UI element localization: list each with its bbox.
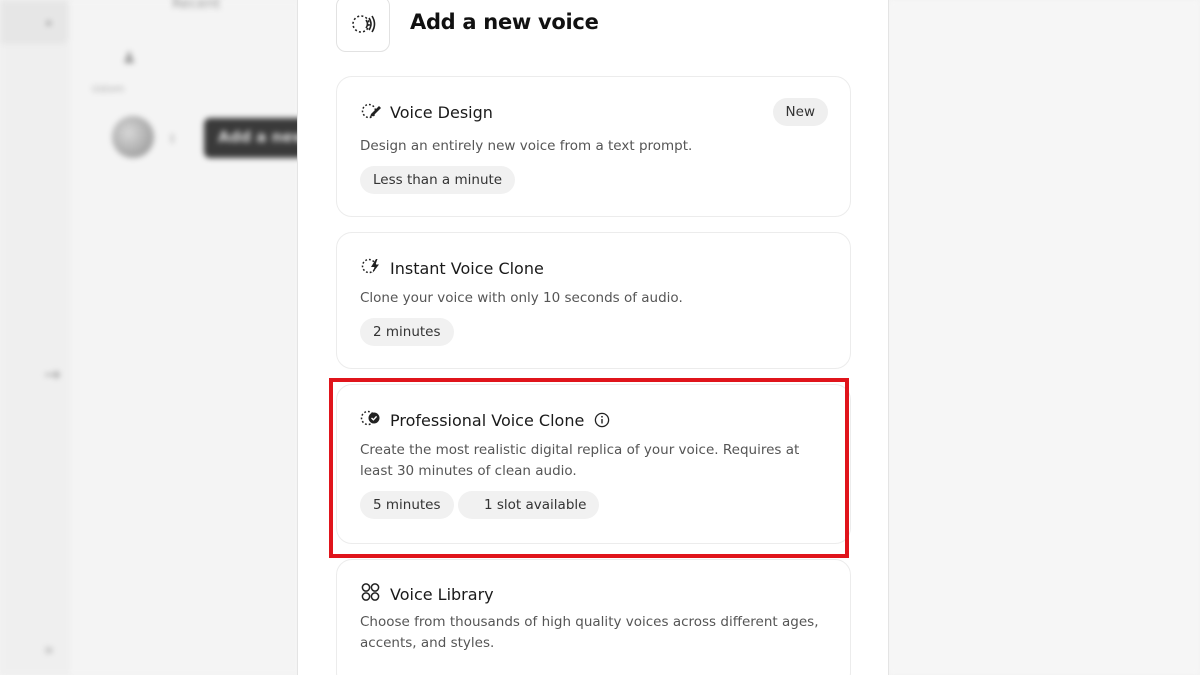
- time-estimate-chip: 2 minutes: [360, 318, 454, 346]
- voice-design-title-row: Voice Design: [360, 101, 493, 123]
- voice-design-icon: [360, 101, 382, 123]
- background-collapse-icon: »: [44, 640, 54, 659]
- professional-voice-clone-card[interactable]: Professional Voice Clone Create the most…: [336, 384, 851, 544]
- time-estimate-chip: 5 minutes: [360, 491, 454, 519]
- professional-voice-clone-title-row: Professional Voice Clone: [360, 409, 610, 431]
- new-badge: New: [772, 98, 828, 126]
- background-caption: Ustom: [92, 84, 125, 95]
- add-voice-panel: Add a new voice Voice Design New Design …: [297, 0, 889, 675]
- background-dot-icon: •: [44, 14, 54, 33]
- grid-icon: [360, 582, 382, 606]
- voice-waves-icon: [336, 0, 390, 52]
- page-title: Add a new voice: [410, 10, 599, 34]
- voice-design-description: Design an entirely new voice from a text…: [360, 138, 693, 154]
- voice-library-description: Choose from thousands of high quality vo…: [360, 614, 819, 651]
- time-estimate-chip: Less than a minute: [360, 166, 516, 194]
- voice-library-card[interactable]: Voice Library Choose from thousands of h…: [336, 559, 851, 675]
- info-icon[interactable]: [594, 412, 610, 428]
- background-top-button: [0, 0, 68, 44]
- instant-voice-clone-title: Instant Voice Clone: [390, 258, 544, 278]
- voice-library-title-row: Voice Library: [360, 582, 494, 606]
- background-recent-label: Recent: [172, 0, 221, 12]
- lightning-icon: [360, 257, 382, 279]
- background-right-pane: [888, 0, 1200, 675]
- professional-voice-clone-description: Create the most realistic digital replic…: [360, 442, 800, 479]
- instant-voice-clone-description: Clone your voice with only 10 seconds of…: [360, 290, 683, 306]
- slot-availability-chip: 1 slot available: [458, 491, 600, 519]
- background-nav-strip: [0, 0, 70, 675]
- background-arrow-icon: →: [44, 362, 61, 386]
- verified-badge-icon: [360, 409, 382, 431]
- instant-voice-clone-card[interactable]: Instant Voice Clone Clone your voice wit…: [336, 232, 851, 369]
- voice-library-title: Voice Library: [390, 584, 494, 604]
- background-person-icon: ♟: [122, 48, 137, 67]
- background-marker: ı: [170, 128, 175, 147]
- voice-design-title: Voice Design: [390, 102, 493, 122]
- background-avatar: [112, 116, 154, 158]
- professional-voice-clone-title: Professional Voice Clone: [390, 410, 585, 430]
- voice-design-card[interactable]: Voice Design New Design an entirely new …: [336, 76, 851, 217]
- instant-voice-clone-title-row: Instant Voice Clone: [360, 257, 544, 279]
